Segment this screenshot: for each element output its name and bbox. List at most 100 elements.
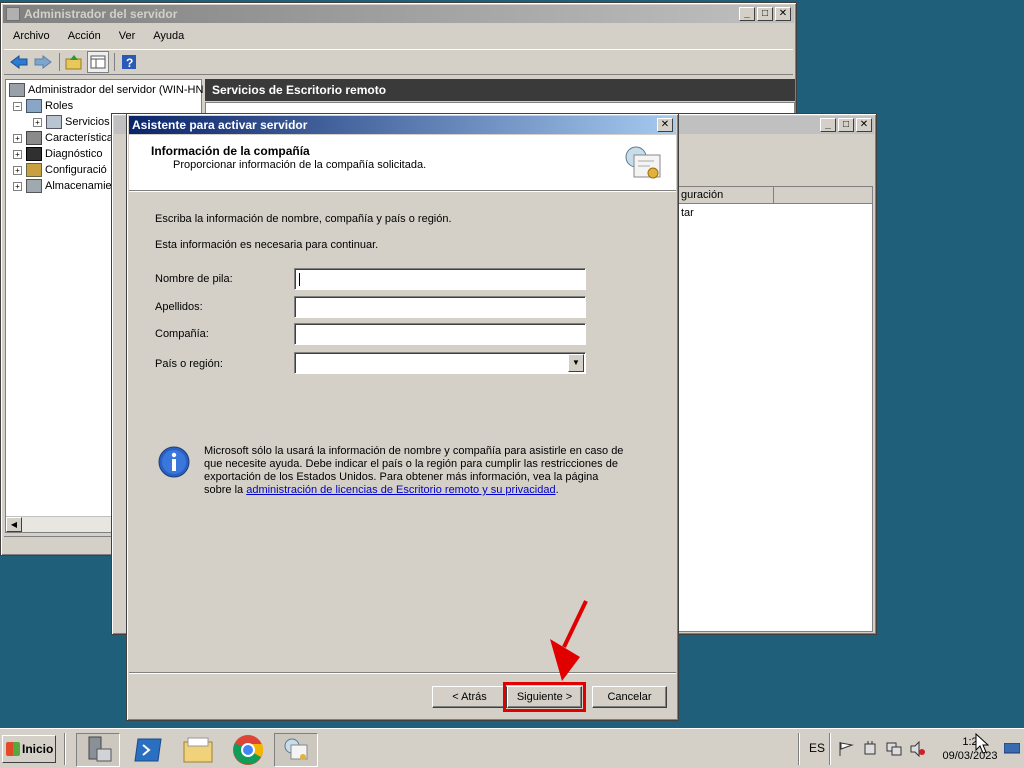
annotation-arrow [550, 600, 588, 681]
wizard-header-title: Información de la compañía [151, 144, 310, 158]
last-name-field[interactable] [294, 296, 586, 318]
tree-item-services[interactable]: + Servicios [33, 115, 110, 129]
wizard-titlebar[interactable]: Asistente para activar servidor ✕ [129, 116, 676, 134]
server-manager-titlebar[interactable]: Administrador del servidor _ □ ✕ [3, 5, 794, 23]
toolbar: ? [4, 49, 793, 75]
last-name-label: Apellidos: [155, 301, 203, 313]
file-explorer-icon[interactable] [176, 733, 220, 767]
tree-item-root[interactable]: Administrador del servidor (WIN-HN [9, 83, 203, 97]
first-name-field[interactable] [294, 268, 586, 290]
volume-muted-icon[interactable] [910, 740, 926, 760]
tree-item-diagnostics[interactable]: + Diagnóstico [13, 147, 102, 161]
next-button-highlight [503, 682, 586, 712]
server-manager-icon [6, 7, 20, 21]
intro-text-1: Escriba la información de nombre, compañ… [155, 213, 452, 225]
text-cursor [299, 273, 300, 286]
language-indicator[interactable]: ES [809, 741, 825, 755]
tree-roles-label: Roles [45, 100, 74, 112]
info-text-end: . [555, 484, 559, 496]
help-icon[interactable]: ? [118, 51, 140, 73]
expand-icon[interactable]: + [13, 181, 22, 191]
info-icon [158, 446, 190, 478]
country-select[interactable]: ▼ [294, 352, 586, 374]
certificate-icon [620, 141, 664, 185]
company-field[interactable] [294, 323, 586, 345]
menu-ver[interactable]: Ver [110, 28, 145, 44]
storage-icon [26, 179, 42, 193]
wizard-header: Información de la compañía Proporcionar … [129, 135, 676, 191]
roles-icon [26, 99, 42, 113]
column-header[interactable]: guración [679, 187, 774, 203]
flag-icon[interactable] [838, 741, 854, 760]
menu-ayuda[interactable]: Ayuda [144, 28, 193, 44]
back-arrow-icon[interactable] [8, 51, 30, 73]
collapse-icon[interactable]: − [13, 101, 22, 111]
remote-services-icon [46, 115, 62, 129]
maximize-button[interactable]: □ [757, 7, 773, 21]
cancel-button[interactable]: Cancelar [592, 686, 667, 708]
tree-item-roles[interactable]: − Roles [13, 99, 73, 113]
minimize-button[interactable]: _ [820, 118, 836, 132]
company-label: Compañía: [155, 328, 209, 340]
country-label: País o región: [155, 358, 223, 370]
svg-text:?: ? [126, 56, 133, 70]
info-text: Microsoft sólo la usará la información d… [204, 445, 624, 497]
server-manager-taskbar-icon[interactable] [76, 733, 120, 767]
clock-date: 09/03/2023 [942, 750, 998, 762]
wizard-header-subtitle: Proporcionar información de la compañía … [173, 159, 427, 171]
intro-text-2: Esta información es necesaria para conti… [155, 239, 379, 251]
maximize-button[interactable]: □ [838, 118, 854, 132]
show-hide-tree-icon[interactable] [87, 51, 109, 73]
configuration-icon [26, 163, 42, 177]
scroll-left-icon[interactable]: ◀ [6, 517, 22, 532]
expand-icon[interactable]: + [13, 165, 22, 175]
powershell-icon[interactable] [126, 733, 170, 767]
tree-configuration-label: Configuració [45, 164, 107, 176]
server-manager-title: Administrador del servidor [24, 7, 178, 21]
tree-item-configuration[interactable]: + Configuració [13, 163, 107, 177]
clock-time: 1:2 [962, 736, 978, 748]
close-button[interactable]: ✕ [856, 118, 872, 132]
diagnostics-icon [26, 147, 42, 161]
taskbar: Inicio ES 1:2 09/03/2023 [0, 728, 1024, 768]
close-button[interactable]: ✕ [657, 118, 673, 132]
minimize-button[interactable]: _ [739, 7, 755, 21]
tree-features-label: Característica [45, 132, 113, 144]
start-button[interactable]: Inicio [2, 735, 56, 763]
forward-arrow-icon[interactable] [32, 51, 54, 73]
column-header-empty[interactable] [774, 187, 872, 203]
chevron-down-icon[interactable]: ▼ [568, 354, 584, 372]
tree-root-label: Administrador del servidor (WIN-HN [28, 84, 204, 96]
menu-archivo[interactable]: Archivo [4, 28, 59, 44]
list-item[interactable]: tar [679, 204, 872, 222]
tree-diagnostics-label: Diagnóstico [45, 148, 103, 160]
windows-logo-icon [6, 742, 20, 756]
expand-icon[interactable]: + [13, 133, 22, 143]
licensing-privacy-link[interactable]: administración de licencias de Escritori… [246, 484, 555, 496]
plug-icon[interactable] [862, 741, 878, 760]
first-name-label: Nombre de pila: [155, 273, 233, 285]
tree-storage-label: Almacenamie [45, 180, 112, 192]
tree-item-storage[interactable]: + Almacenamie [13, 179, 112, 193]
panel-title: Servicios de Escritorio remoto [205, 79, 795, 101]
background-list: guración tar [678, 186, 873, 632]
show-desktop-icon[interactable] [1003, 742, 1021, 758]
wizard-title: Asistente para activar servidor [132, 118, 308, 132]
start-label: Inicio [22, 742, 54, 756]
clock[interactable]: 1:2 09/03/2023 [938, 735, 1002, 763]
chrome-icon[interactable] [226, 733, 270, 767]
close-button[interactable]: ✕ [775, 7, 791, 21]
back-button[interactable]: < Atrás [432, 686, 507, 708]
up-folder-icon[interactable] [63, 51, 85, 73]
tree-item-features[interactable]: + Característica [13, 131, 113, 145]
network-icon[interactable] [886, 741, 902, 760]
server-icon [9, 83, 25, 97]
menu-accion[interactable]: Acción [59, 28, 110, 44]
mouse-pointer-icon [975, 733, 989, 754]
expand-icon[interactable]: + [13, 149, 22, 159]
menu-bar: Archivo Acción Ver Ayuda [4, 28, 793, 44]
expand-icon[interactable]: + [33, 117, 42, 127]
activation-wizard-taskbar-icon[interactable] [274, 733, 318, 767]
features-icon [26, 131, 42, 145]
tree-services-label: Servicios [65, 116, 110, 128]
